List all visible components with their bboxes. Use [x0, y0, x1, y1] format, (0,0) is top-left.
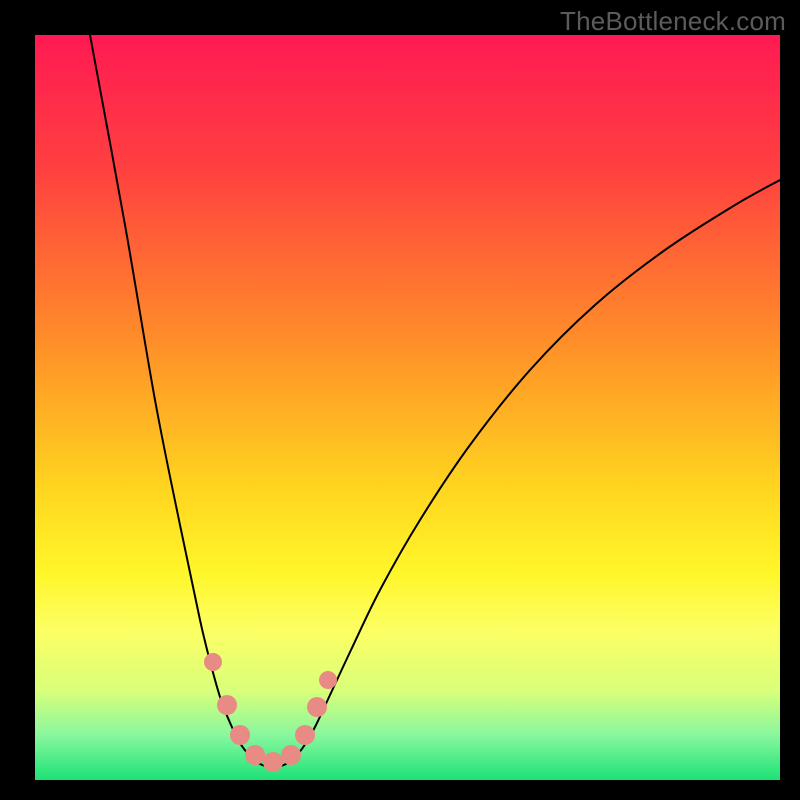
chart-outer-frame: TheBottleneck.com [0, 0, 800, 800]
chart-svg [35, 35, 780, 780]
data-marker-2 [230, 725, 250, 745]
data-marker-7 [307, 697, 327, 717]
data-marker-0 [204, 653, 222, 671]
data-marker-1 [217, 695, 237, 715]
chart-background [35, 35, 780, 780]
data-marker-6 [295, 725, 315, 745]
data-marker-5 [281, 745, 301, 765]
data-marker-3 [245, 745, 265, 765]
data-marker-4 [263, 752, 283, 772]
watermark-text: TheBottleneck.com [560, 6, 786, 37]
chart-plot-area [35, 35, 780, 780]
data-marker-8 [319, 671, 337, 689]
